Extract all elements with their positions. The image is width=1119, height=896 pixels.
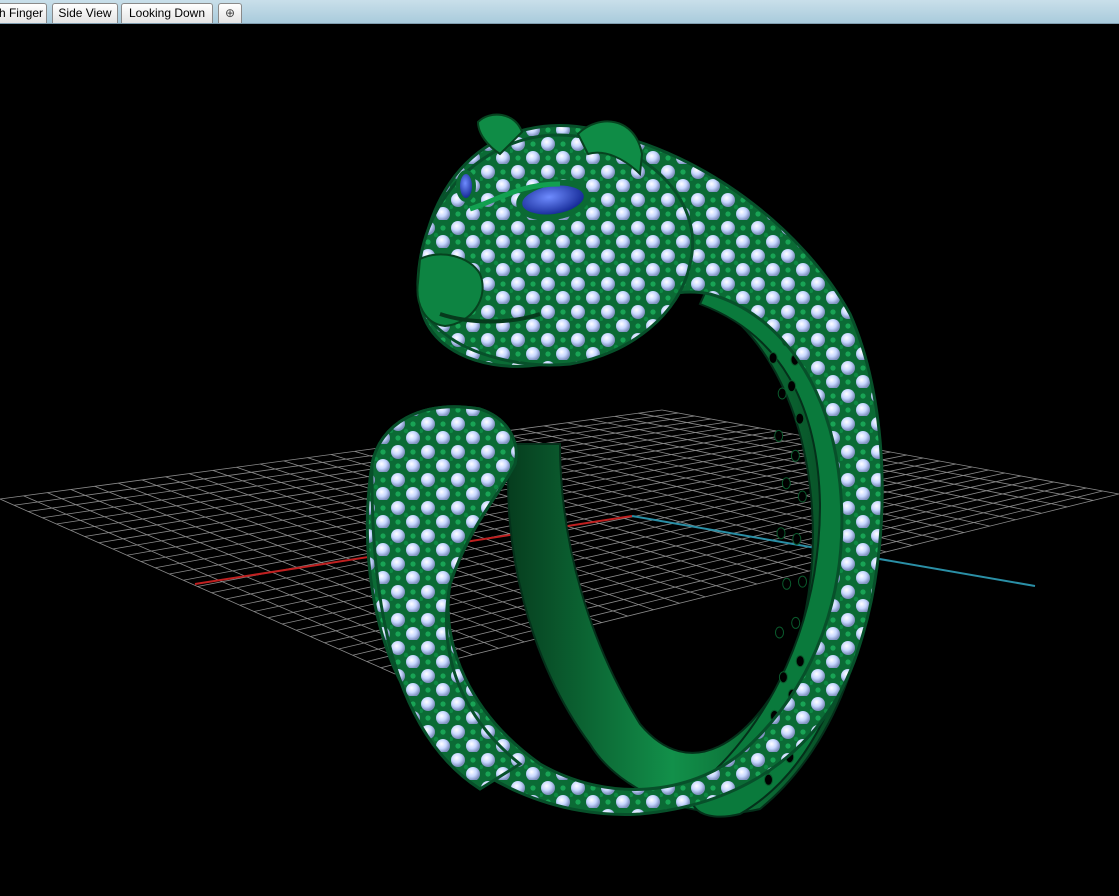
- shank-hole: [791, 616, 801, 629]
- shank-hole: [764, 773, 773, 786]
- shank-hole: [795, 655, 805, 668]
- shank-hole: [775, 626, 784, 639]
- shank-hole: [790, 449, 800, 462]
- shank-hole: [787, 380, 797, 393]
- shank-hole: [782, 577, 792, 590]
- viewport-canvas[interactable]: [0, 24, 1119, 896]
- add-tab-button[interactable]: ⊕: [218, 3, 242, 23]
- shank-hole: [777, 387, 787, 400]
- shank-hole: [798, 575, 807, 588]
- shank-hole: [776, 527, 786, 540]
- tab-looking-down[interactable]: Looking Down: [121, 3, 213, 23]
- grid-line: [661, 409, 1119, 495]
- tab-label: Side View: [58, 6, 112, 20]
- ring-model[interactable]: [365, 113, 884, 818]
- leopard-eye-left: [456, 170, 476, 202]
- shank-hole: [774, 429, 784, 442]
- grid-line: [567, 422, 1016, 521]
- grid-line: [520, 428, 964, 533]
- tab-label: h Finger: [0, 6, 43, 20]
- shank-hole: [778, 671, 788, 684]
- 3d-viewport[interactable]: [0, 24, 1119, 896]
- shank-hole: [792, 533, 802, 545]
- tab-side-view[interactable]: Side View: [52, 3, 118, 23]
- shank-hole: [795, 412, 805, 425]
- tab-front-finger[interactable]: h Finger: [0, 3, 47, 23]
- shank-hole: [797, 490, 807, 503]
- view-tab-bar: h Finger Side View Looking Down ⊕: [0, 0, 1119, 24]
- tab-label: Looking Down: [128, 6, 206, 20]
- shank-hole: [768, 352, 778, 364]
- shank-hole: [781, 477, 791, 490]
- plus-icon: ⊕: [224, 6, 236, 20]
